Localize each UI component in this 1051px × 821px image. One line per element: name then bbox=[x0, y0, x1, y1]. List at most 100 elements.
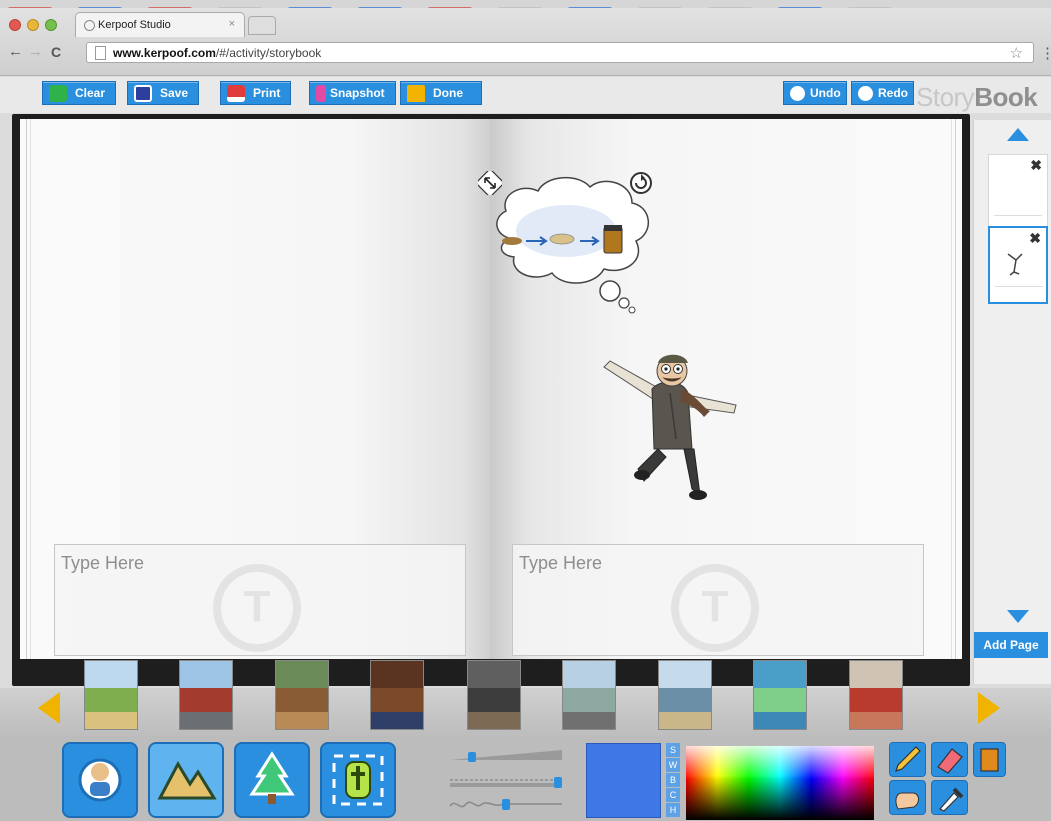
browser-chrome: Kerpoof Studio × ← → C www.kerpoof.com/#… bbox=[0, 0, 1051, 76]
paint-bucket-tool-button[interactable] bbox=[973, 742, 1006, 777]
color-tab-h[interactable]: H bbox=[666, 803, 680, 817]
props-tool-button[interactable] bbox=[234, 742, 310, 818]
scroll-down-arrow-icon[interactable] bbox=[1007, 610, 1029, 623]
scene-gnd-band bbox=[659, 712, 711, 729]
smoothness-slider[interactable] bbox=[448, 796, 566, 810]
resize-handle-icon[interactable] bbox=[478, 171, 502, 195]
scene-thumbnail-street[interactable] bbox=[562, 660, 616, 730]
add-page-button[interactable]: Add Page bbox=[974, 632, 1048, 658]
scene-sky-band bbox=[371, 661, 423, 689]
scene-sky-band bbox=[85, 661, 137, 689]
app-toolbar: Clear Save Print Snapshot Done Undo Redo… bbox=[0, 77, 1051, 113]
current-color-swatch[interactable] bbox=[586, 743, 661, 818]
scene-thumbnail-red-house[interactable] bbox=[179, 660, 233, 730]
close-window-button[interactable] bbox=[9, 19, 21, 31]
scroll-up-arrow-icon[interactable] bbox=[1007, 128, 1029, 141]
scene-gnd-band bbox=[180, 712, 232, 729]
zoom-window-button[interactable] bbox=[45, 19, 57, 31]
scene-thumbnail-classroom[interactable] bbox=[275, 660, 329, 730]
scene-thumbnail-farm-road[interactable] bbox=[84, 660, 138, 730]
tree-icon bbox=[249, 751, 295, 804]
printer-icon bbox=[227, 85, 245, 102]
pencil-tool-button[interactable] bbox=[889, 742, 926, 777]
color-mode-tabs: S W B C H bbox=[666, 743, 680, 818]
scene-thumbnail-doorway[interactable] bbox=[370, 660, 424, 730]
scene-thumbnail-lab[interactable] bbox=[467, 660, 521, 730]
hand-tool-button[interactable] bbox=[889, 780, 926, 815]
scene-sky-band bbox=[754, 661, 806, 689]
address-bar[interactable]: www.kerpoof.com/#/activity/storybook ☆ bbox=[86, 42, 1034, 63]
back-button[interactable]: ← bbox=[8, 44, 23, 60]
brand-story: Story bbox=[916, 82, 975, 112]
print-button[interactable]: Print bbox=[220, 81, 292, 105]
scene-mid-band bbox=[563, 688, 615, 712]
loading-icon bbox=[84, 20, 95, 31]
bookmark-star-icon[interactable]: ☆ bbox=[1010, 44, 1023, 62]
color-tab-w[interactable]: W bbox=[666, 758, 680, 772]
scene-mid-band bbox=[276, 688, 328, 712]
scene-gnd-band bbox=[468, 712, 520, 729]
eyedropper-tool-button[interactable] bbox=[931, 780, 968, 815]
print-label: Print bbox=[253, 86, 281, 100]
scene-thumbnail-lake[interactable] bbox=[753, 660, 807, 730]
size-slider[interactable] bbox=[448, 748, 566, 762]
scene-thumbnail-town[interactable] bbox=[658, 660, 712, 730]
text-t-tool-icon bbox=[332, 754, 384, 806]
delete-page-icon[interactable]: ✖ bbox=[1029, 230, 1041, 247]
reload-button[interactable]: C bbox=[51, 44, 61, 60]
scene-gnd-band bbox=[85, 712, 137, 729]
thumbnail-character-icon bbox=[1007, 253, 1023, 276]
tab-close-icon[interactable]: × bbox=[229, 18, 235, 30]
minimize-window-button[interactable] bbox=[27, 19, 39, 31]
dancing-man-character[interactable] bbox=[600, 349, 760, 519]
new-tab-button[interactable] bbox=[248, 16, 276, 35]
eraser-tool-button[interactable] bbox=[931, 742, 968, 777]
house-icon bbox=[407, 85, 425, 102]
right-text-box[interactable]: Type Here T bbox=[512, 544, 924, 656]
scene-gnd-band bbox=[754, 712, 806, 729]
tab-title: Kerpoof Studio bbox=[98, 19, 171, 31]
rotate-handle-icon[interactable] bbox=[628, 170, 654, 196]
characters-tool-button[interactable] bbox=[62, 742, 138, 818]
scene-mid-band bbox=[659, 688, 711, 712]
scenes-prev-arrow-icon[interactable] bbox=[38, 692, 60, 724]
scene-gnd-band bbox=[276, 712, 328, 729]
left-text-box[interactable]: Type Here T bbox=[54, 544, 466, 656]
left-page[interactable]: Type Here T bbox=[20, 119, 490, 659]
scene-mid-band bbox=[371, 688, 423, 712]
done-button[interactable]: Done bbox=[400, 81, 482, 105]
undo-button[interactable]: Undo bbox=[783, 81, 847, 105]
redo-button[interactable]: Redo bbox=[851, 81, 914, 105]
backgrounds-tool-button[interactable] bbox=[148, 742, 224, 818]
scene-gnd-band bbox=[371, 712, 423, 729]
clear-label: Clear bbox=[75, 86, 106, 100]
color-tab-s[interactable]: S bbox=[666, 743, 680, 757]
text-tool-button[interactable] bbox=[320, 742, 396, 818]
right-page[interactable]: Type Here T bbox=[478, 119, 962, 659]
url-path: /#/activity/storybook bbox=[215, 46, 322, 60]
browser-menu-icon[interactable]: ⋮ bbox=[1040, 44, 1051, 62]
scene-sky-band bbox=[468, 661, 520, 689]
scene-thumbnail-living-room[interactable] bbox=[849, 660, 903, 730]
recycle-icon bbox=[49, 85, 67, 102]
browser-tab[interactable]: Kerpoof Studio × bbox=[75, 12, 245, 37]
pushpin-icon bbox=[316, 85, 326, 102]
color-tab-c[interactable]: C bbox=[666, 788, 680, 802]
page-thumbnail-selected[interactable]: ✖ bbox=[988, 226, 1048, 304]
color-tab-b[interactable]: B bbox=[666, 773, 680, 787]
scene-sky-band bbox=[659, 661, 711, 689]
scene-picker bbox=[0, 660, 1051, 736]
forward-button[interactable]: → bbox=[28, 44, 43, 60]
texture-slider[interactable] bbox=[448, 774, 566, 788]
redo-label: Redo bbox=[878, 86, 908, 100]
storybook-logo: StoryBook bbox=[916, 82, 1038, 113]
clear-button[interactable]: Clear bbox=[42, 81, 117, 105]
page-thumbnail[interactable]: ✖ bbox=[988, 154, 1048, 232]
save-button[interactable]: Save bbox=[127, 81, 200, 105]
scene-mid-band bbox=[85, 688, 137, 712]
scene-gnd-band bbox=[850, 712, 902, 729]
scenes-next-arrow-icon[interactable] bbox=[978, 692, 1000, 724]
snapshot-button[interactable]: Snapshot bbox=[309, 81, 396, 105]
delete-page-icon[interactable]: ✖ bbox=[1030, 157, 1042, 174]
color-spectrum-picker[interactable] bbox=[686, 746, 874, 820]
